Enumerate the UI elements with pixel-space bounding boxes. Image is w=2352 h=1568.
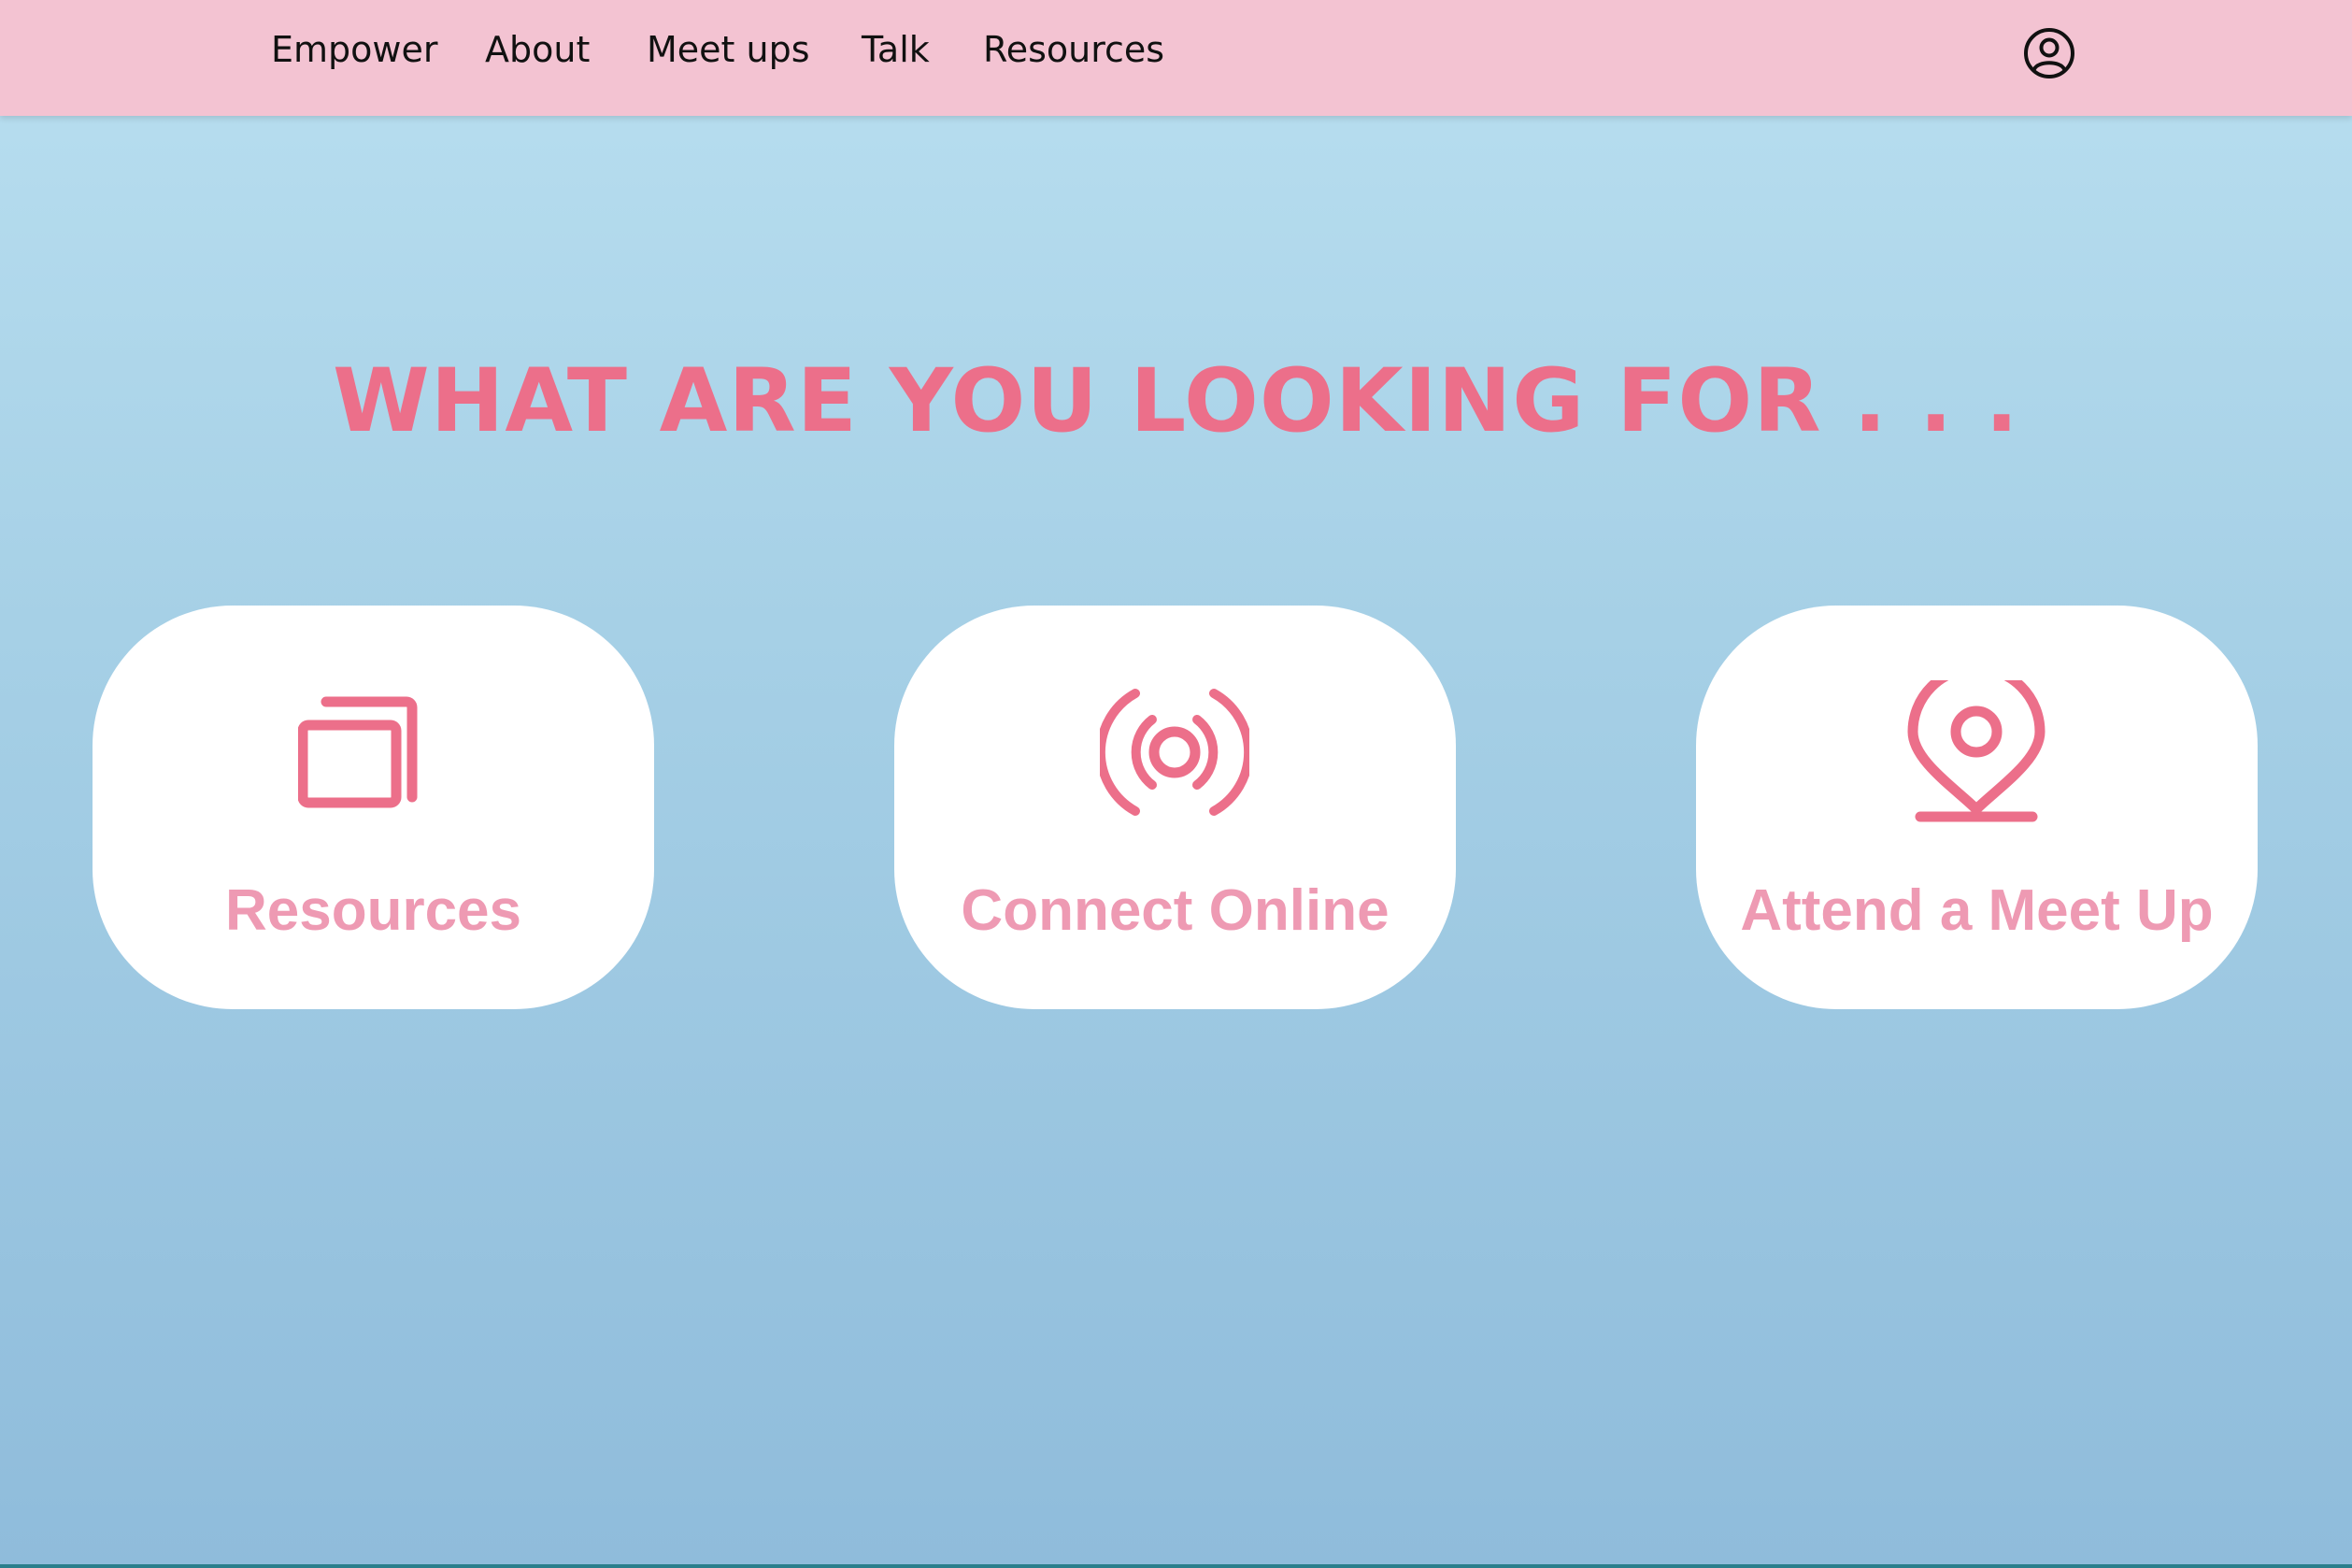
nav-link-resources[interactable]: Resources	[983, 26, 1164, 73]
map-pin-icon	[1902, 680, 2051, 830]
nav-link-meet-ups[interactable]: Meet ups	[647, 26, 810, 73]
user-circle-icon[interactable]	[2022, 26, 2076, 80]
card-label: Connect Online	[961, 878, 1390, 943]
broadcast-icon	[1100, 680, 1249, 830]
card-connect-online[interactable]: Connect Online	[894, 606, 1456, 1009]
card-label: Resources	[224, 878, 522, 943]
card-attend-meet-up[interactable]: Attend a Meet Up	[1696, 606, 2258, 1009]
nav-link-empower[interactable]: Empower	[271, 26, 437, 73]
page-heading: WHAT ARE YOU LOOKING FOR . . .	[333, 349, 2019, 452]
card-resources[interactable]: Resources	[93, 606, 654, 1009]
bottom-edge-line	[0, 1564, 2352, 1568]
nav-link-talk[interactable]: Talk	[862, 26, 930, 73]
card-label: Attend a Meet Up	[1740, 878, 2214, 943]
top-navbar: Empower About Meet ups Talk Resources	[0, 0, 2352, 116]
nav-link-about[interactable]: About	[485, 26, 590, 73]
stacked-windows-icon	[298, 680, 448, 830]
